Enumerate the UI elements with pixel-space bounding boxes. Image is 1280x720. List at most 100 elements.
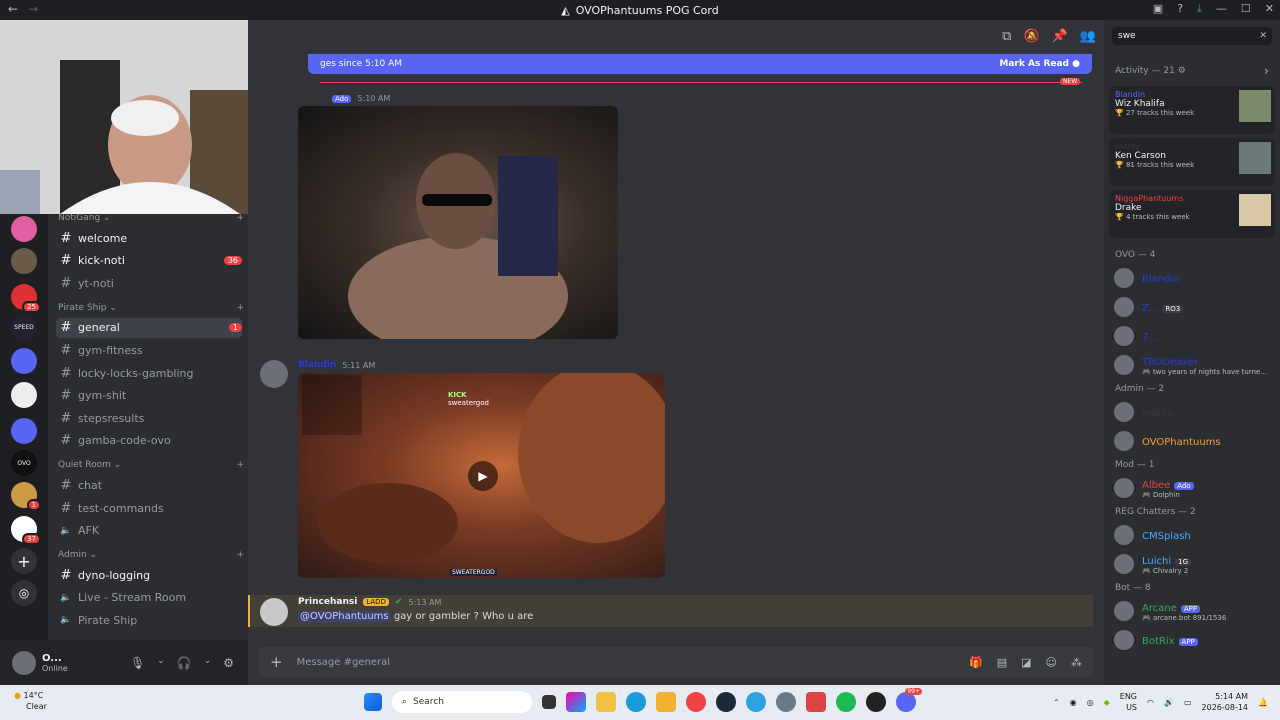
add-channel-icon[interactable]: + <box>236 213 244 223</box>
server-icon[interactable]: SPEED <box>11 314 37 340</box>
snipping-tool-icon[interactable] <box>806 692 826 712</box>
member-item[interactable]: Blandin <box>1114 266 1274 290</box>
activity-card[interactable]: marky Ken Carson 🏆 81 tracks this week <box>1109 138 1275 186</box>
battery-icon[interactable]: ▭ <box>1184 698 1192 707</box>
channel-category[interactable]: Quiet Room ⌄ + <box>58 460 244 470</box>
channel-category[interactable]: Pirate Ship ⌄ + <box>58 303 244 313</box>
spotify-icon[interactable] <box>836 692 856 712</box>
gear-icon[interactable]: ⚙ <box>223 656 234 670</box>
activity-card[interactable]: Blandin Wiz Khalifa 🏆 27 tracks this week <box>1109 86 1275 134</box>
channel-item[interactable]: # locky-locks-gambling <box>56 363 242 383</box>
member-item[interactable]: CMSplash <box>1114 523 1274 547</box>
taskbar-search[interactable]: ⌕ Search <box>392 691 532 713</box>
obs-icon[interactable] <box>866 692 886 712</box>
add-channel-icon[interactable]: + <box>236 303 244 313</box>
message-author[interactable]: Princehansi <box>298 597 357 607</box>
member-item[interactable]: TBODeaker 🎮 two years of nights have turn… <box>1114 353 1274 377</box>
copilot-icon[interactable] <box>566 692 586 712</box>
server-icon[interactable]: 37 <box>11 516 41 545</box>
user-mention[interactable]: @OVOPhantuums <box>298 611 391 622</box>
task-view-icon[interactable] <box>542 695 556 709</box>
member-list-icon[interactable]: 👥 <box>1080 29 1096 44</box>
member-item[interactable]: OVOPhantuums <box>1114 429 1274 453</box>
add-attachment-icon[interactable]: + <box>270 653 283 671</box>
message-image[interactable] <box>298 106 618 356</box>
channel-item[interactable]: # gamba-code-ovo <box>56 431 242 451</box>
channel-item[interactable]: # stepsresults <box>56 408 242 428</box>
channel-item[interactable]: # gym-fitness <box>56 340 242 360</box>
apps-icon[interactable]: ⁂ <box>1071 656 1082 669</box>
server-icon[interactable] <box>11 348 37 374</box>
channel-category[interactable]: Admin ⌄ + <box>58 550 244 560</box>
member-item[interactable]: marky <box>1114 400 1274 424</box>
gear-icon[interactable]: ⚙ <box>1178 66 1186 76</box>
channel-item[interactable]: # chat <box>56 475 242 495</box>
language-indicator[interactable]: ENG US <box>1120 691 1137 713</box>
server-icon[interactable]: OVO <box>11 450 37 476</box>
member-item[interactable]: Luichi 1G 🎮 Chivalry 2 <box>1114 552 1274 576</box>
nvidia-icon[interactable]: ◆ <box>1104 698 1110 707</box>
emoji-icon[interactable]: ☺ <box>1046 656 1057 669</box>
avatar[interactable] <box>260 360 288 388</box>
channel-item[interactable]: 🔈 Live - Stream Room <box>56 588 242 608</box>
download-icon[interactable]: ⤓ <box>1197 2 1202 16</box>
channel-item[interactable]: # kick-noti 36 <box>56 251 242 271</box>
add-channel-icon[interactable]: + <box>236 550 244 560</box>
search-input[interactable]: swe ✕ <box>1112 27 1272 45</box>
weather-widget[interactable]: ● 14°C Clear <box>14 690 47 712</box>
forward-icon[interactable]: → <box>28 2 38 16</box>
new-messages-banner[interactable]: ges since 5:10 AM Mark As Read ● <box>308 54 1092 74</box>
minimize-icon[interactable]: — <box>1216 2 1227 16</box>
chevron-down-icon[interactable]: ⌄ <box>157 656 165 670</box>
channel-item[interactable]: # welcome <box>56 228 242 248</box>
avatar[interactable] <box>260 598 288 626</box>
volume-icon[interactable]: 🔊 <box>1164 698 1174 707</box>
server-icon[interactable]: 25 <box>11 284 41 313</box>
channel-category[interactable]: NotiGang ⌄ + <box>58 213 244 223</box>
inbox-icon[interactable]: ▣ <box>1153 2 1163 16</box>
chevron-down-icon[interactable]: ⌄ <box>204 656 212 670</box>
server-icon[interactable] <box>11 382 37 408</box>
clear-search-icon[interactable]: ✕ <box>1259 31 1267 41</box>
file-explorer-icon[interactable] <box>596 692 616 712</box>
member-item[interactable]: Arcane APP 🎮 arcane.bot 891/1536 <box>1114 599 1274 623</box>
settings-icon[interactable] <box>776 692 796 712</box>
maximize-icon[interactable]: ☐ <box>1241 2 1251 16</box>
server-icon[interactable] <box>11 418 37 444</box>
add-server-icon[interactable]: + <box>11 548 37 574</box>
channel-item[interactable]: 🔈 Pirate Ship <box>56 610 242 630</box>
telegram-icon[interactable] <box>746 692 766 712</box>
channel-item[interactable]: # general 1 <box>56 317 242 338</box>
server-icon[interactable]: 1 <box>11 482 41 511</box>
channel-item[interactable]: # test-commands <box>56 498 242 518</box>
channel-item[interactable]: # yt-noti <box>56 273 242 293</box>
clock[interactable]: 5:14 AM 2026-08-14 <box>1202 691 1249 713</box>
member-item[interactable]: 7... <box>1114 324 1274 348</box>
headphones-icon[interactable]: 🎧 <box>177 656 192 670</box>
channel-item[interactable]: # gym-shit <box>56 386 242 406</box>
user-info[interactable]: O... Online <box>42 653 68 673</box>
discord-icon[interactable]: 99+ <box>896 688 922 712</box>
member-item[interactable]: Z... RO3 <box>1114 295 1274 319</box>
avatar[interactable] <box>12 650 36 675</box>
message-author[interactable]: Blandin <box>298 360 336 370</box>
activity-header[interactable]: Activity — 21 ⚙ <box>1115 66 1186 76</box>
message-composer[interactable]: + Message #general 🎁 ▤ ◪ ☺ ⁂ <box>258 647 1094 677</box>
mark-as-read-button[interactable]: Mark As Read ● <box>999 59 1080 69</box>
chevron-right-icon[interactable]: › <box>1264 64 1269 78</box>
chevron-up-icon[interactable]: ⌃ <box>1053 698 1060 707</box>
app-icon[interactable] <box>656 692 676 712</box>
tray-app-icon[interactable]: ◉ <box>1070 698 1077 707</box>
edge-icon[interactable] <box>626 692 646 712</box>
mute-bell-icon[interactable]: 🔕 <box>1023 29 1039 44</box>
gift-icon[interactable]: 🎁 <box>969 656 983 669</box>
close-icon[interactable]: ✕ <box>1265 2 1274 16</box>
server-icon[interactable] <box>11 216 37 242</box>
channel-item[interactable]: 🔈 AFK <box>56 521 242 541</box>
server-icon[interactable] <box>11 248 37 274</box>
start-icon[interactable] <box>364 693 382 711</box>
discover-icon[interactable]: ◎ <box>11 580 37 606</box>
member-item[interactable]: BotRix APP <box>1114 628 1274 652</box>
play-button[interactable]: ▶ <box>468 461 498 491</box>
activity-card[interactable]: NiggaPhantuums Drake 🏆 4 tracks this week <box>1109 190 1275 238</box>
